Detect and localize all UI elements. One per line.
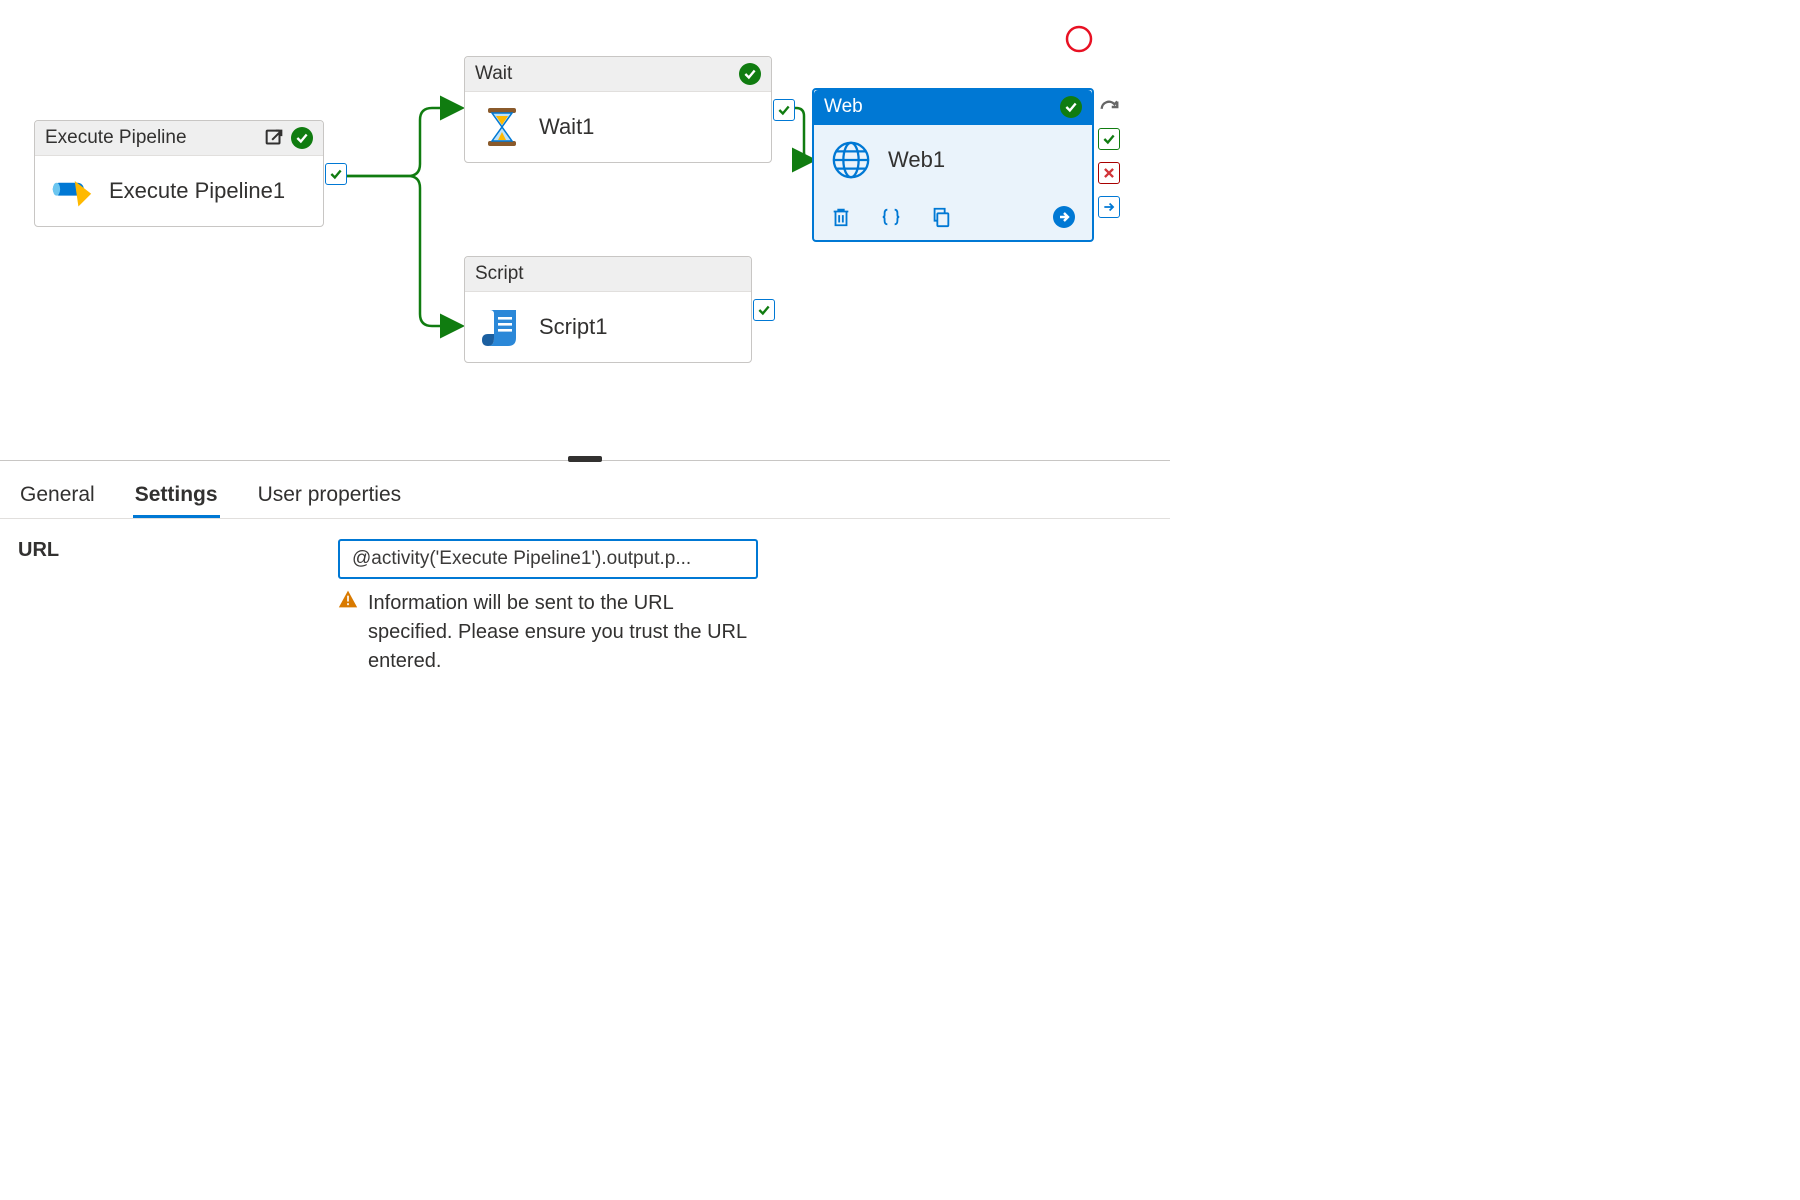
properties-panel: General Settings User properties URL @ac… <box>0 460 1170 696</box>
pipeline-canvas[interactable]: Execute Pipeline Execute Pipeline1 <box>0 0 1800 1200</box>
status-success-icon <box>1060 96 1082 118</box>
node-toolbar <box>814 195 1092 240</box>
node-type-label: Script <box>475 263 741 285</box>
code-braces-icon[interactable] <box>880 206 902 233</box>
node-name: Web1 <box>888 147 945 173</box>
port-completion[interactable] <box>1098 196 1120 218</box>
url-label: URL <box>18 539 338 562</box>
node-header: Script <box>465 257 751 292</box>
properties-tabs: General Settings User properties <box>0 461 1170 519</box>
hourglass-icon <box>481 106 523 148</box>
node-header: Web <box>814 90 1092 125</box>
node-body: Script1 <box>465 292 751 362</box>
annotation-circle <box>1064 24 1094 59</box>
node-type-label: Execute Pipeline <box>45 127 257 149</box>
status-success-icon <box>739 63 761 85</box>
output-port-success[interactable] <box>753 299 775 321</box>
node-type-label: Web <box>824 96 1054 118</box>
copy-icon[interactable] <box>930 206 952 233</box>
globe-icon <box>830 139 872 181</box>
url-input[interactable]: @activity('Execute Pipeline1').output.p.… <box>338 539 758 579</box>
pipeline-icon <box>51 170 93 212</box>
node-script[interactable]: Script Script1 <box>464 256 752 363</box>
node-body: Wait1 <box>465 92 771 162</box>
open-external-icon[interactable] <box>263 127 285 149</box>
node-web[interactable]: Web Web1 <box>812 88 1094 242</box>
warning-icon <box>338 589 358 676</box>
redo-icon[interactable] <box>1098 96 1120 123</box>
go-arrow-icon[interactable] <box>1052 205 1076 234</box>
node-body: Web1 <box>814 125 1092 195</box>
node-wait[interactable]: Wait Wait1 <box>464 56 772 163</box>
side-ports <box>1098 128 1120 218</box>
output-port-success[interactable] <box>773 99 795 121</box>
status-success-icon <box>291 127 313 149</box>
node-body: Execute Pipeline1 <box>35 156 323 226</box>
panel-resize-handle[interactable] <box>568 456 602 462</box>
node-header: Wait <box>465 57 771 92</box>
tab-user-properties[interactable]: User properties <box>256 475 404 518</box>
tab-settings[interactable]: Settings <box>133 475 220 518</box>
settings-form: URL @activity('Execute Pipeline1').outpu… <box>0 519 1170 696</box>
delete-icon[interactable] <box>830 206 852 233</box>
node-name: Execute Pipeline1 <box>109 178 285 204</box>
port-success[interactable] <box>1098 128 1120 150</box>
output-port-success[interactable] <box>325 163 347 185</box>
node-header: Execute Pipeline <box>35 121 323 156</box>
tab-general[interactable]: General <box>18 475 97 518</box>
node-type-label: Wait <box>475 63 733 85</box>
port-failure[interactable] <box>1098 162 1120 184</box>
script-icon <box>481 306 523 348</box>
node-name: Wait1 <box>539 114 594 140</box>
warning-text: Information will be sent to the URL spec… <box>368 589 758 676</box>
node-execute-pipeline[interactable]: Execute Pipeline Execute Pipeline1 <box>34 120 324 227</box>
node-name: Script1 <box>539 314 607 340</box>
